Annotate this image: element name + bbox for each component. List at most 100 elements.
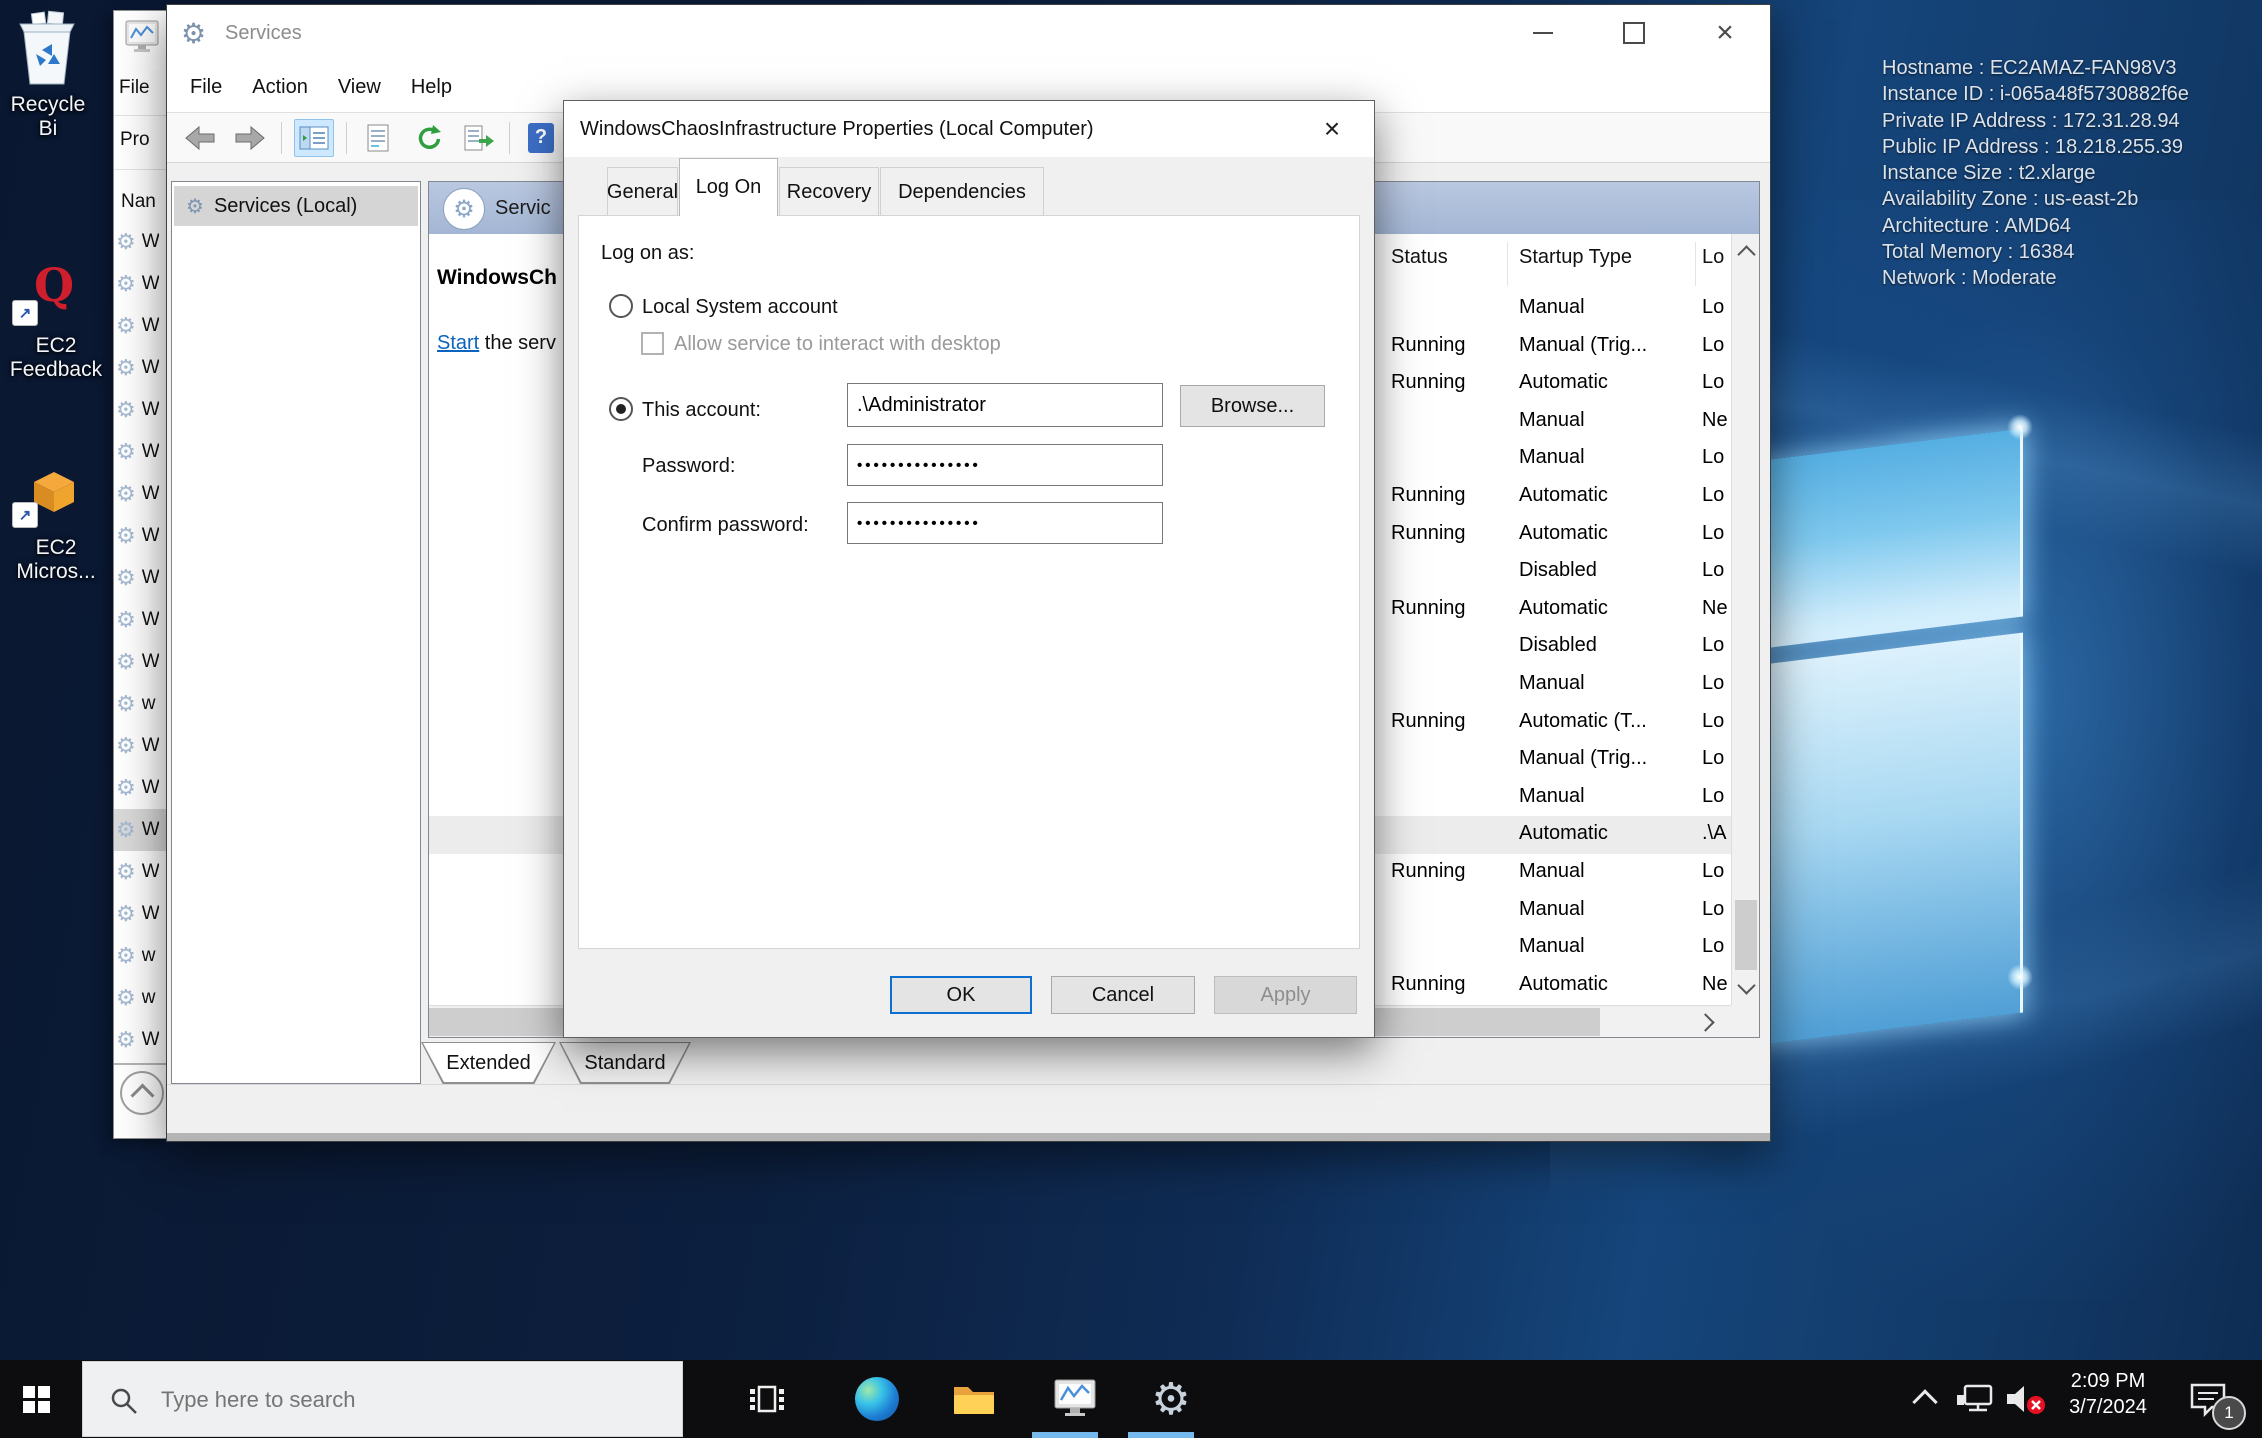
bg-service-row[interactable]: ⚙ W	[114, 515, 168, 557]
bg-service-row[interactable]: ⚙ W	[114, 347, 168, 389]
bg-service-row[interactable]: ⚙ W	[114, 305, 168, 347]
vertical-scrollbar[interactable]	[1731, 234, 1760, 1005]
bg-service-name: W	[142, 483, 159, 505]
desktop-icon-recycle-bin[interactable]: Recycle Bi	[4, 10, 92, 141]
bg-service-row[interactable]: ⚙ W	[114, 599, 168, 641]
tray-expand-button[interactable]	[1900, 1360, 1950, 1438]
password-input[interactable]	[847, 444, 1163, 486]
dialog-title-bar[interactable]: WindowsChaosInfrastructure Properties (L…	[564, 101, 1374, 157]
bg-service-row[interactable]: ⚙ W	[114, 725, 168, 767]
menu-item[interactable]: File	[175, 62, 237, 112]
confirm-password-input[interactable]	[847, 502, 1163, 544]
tab-recovery[interactable]: Recovery	[779, 167, 879, 216]
bg-service-row[interactable]: ⚙ w	[114, 683, 168, 725]
column-header-log-on-as[interactable]: Lo	[1702, 246, 1724, 269]
bg-service-row[interactable]: ⚙ W	[114, 641, 168, 683]
task-view-button[interactable]	[735, 1360, 799, 1438]
service-startup-type: Automatic	[1519, 484, 1694, 507]
service-log-on-as: .\A	[1702, 822, 1729, 845]
scroll-down-button[interactable]	[1732, 969, 1760, 1005]
bg-service-row[interactable]: ⚙ W	[114, 263, 168, 305]
bg-service-row[interactable]: ⚙ w	[114, 935, 168, 977]
volume-tray-button[interactable]	[2000, 1360, 2052, 1438]
bg-service-row[interactable]: ⚙ W	[114, 767, 168, 809]
window-resize-edge[interactable]	[167, 1133, 1770, 1141]
bg-service-row[interactable]: ⚙ W	[114, 431, 168, 473]
services-app-button[interactable]: ⚙	[1139, 1360, 1203, 1438]
tab-dependencies[interactable]: Dependencies	[880, 167, 1044, 216]
tree-item-services-local[interactable]: ⚙ Services (Local)	[174, 186, 418, 226]
tab-extended[interactable]: Extended	[421, 1042, 556, 1084]
bg-window-name-column-header[interactable]: Nan	[121, 191, 156, 213]
pane-header-title: Servic	[495, 182, 551, 234]
collapse-chevron-button[interactable]	[120, 1071, 164, 1115]
cancel-button[interactable]: Cancel	[1051, 976, 1195, 1014]
edge-browser-button[interactable]	[845, 1360, 909, 1438]
performance-monitor-button[interactable]	[1043, 1360, 1107, 1438]
dialog-close-button[interactable]: ×	[1306, 109, 1358, 149]
bg-service-row[interactable]: ⚙ W	[114, 389, 168, 431]
bg-service-row[interactable]: ⚙ W	[114, 473, 168, 515]
service-startup-type: Manual (Trig...	[1519, 747, 1694, 770]
vertical-scroll-thumb[interactable]	[1735, 900, 1757, 970]
desktop-icon-ec2-microsoft[interactable]: ↗ EC2 Micros...	[6, 470, 106, 584]
toolbar-forward-button[interactable]	[231, 120, 269, 156]
scroll-right-button[interactable]	[1683, 1006, 1731, 1038]
taskbar-clock[interactable]: 2:09 PM 3/7/2024	[2055, 1368, 2161, 1420]
bg-service-row[interactable]: ⚙ W	[114, 851, 168, 893]
maximize-button[interactable]	[1603, 5, 1665, 61]
file-explorer-button[interactable]	[942, 1360, 1006, 1438]
bg-service-row[interactable]: ⚙ W	[114, 809, 168, 851]
ok-button[interactable]: OK	[890, 976, 1032, 1014]
ec2-info-line: Network : Moderate	[1882, 265, 2189, 291]
menu-item[interactable]: Help	[396, 62, 467, 112]
apply-button[interactable]: Apply	[1214, 976, 1357, 1014]
tab-standard[interactable]: Standard	[559, 1042, 691, 1084]
tab-log-on[interactable]: Log On	[679, 158, 778, 216]
taskbar-search[interactable]	[82, 1361, 683, 1437]
toolbar-show-console-tree-button[interactable]	[294, 119, 334, 157]
divider	[114, 115, 168, 116]
desktop-icon-ec2-feedback[interactable]: Q ↗ EC2 Feedback	[6, 262, 106, 382]
account-input[interactable]	[847, 383, 1163, 427]
scroll-up-button[interactable]	[1732, 234, 1760, 270]
service-log-on-as: Lo	[1702, 860, 1729, 883]
network-tray-button[interactable]	[1950, 1360, 2000, 1438]
services-app-icon: ⚙	[181, 5, 206, 61]
bg-service-row[interactable]: ⚙ w	[114, 977, 168, 1019]
minimize-button[interactable]	[1512, 5, 1574, 61]
toolbar-separator	[346, 122, 347, 154]
gear-icon: ⚙	[116, 985, 136, 1011]
toolbar-export-list-button[interactable]	[459, 120, 497, 156]
network-icon	[1955, 1383, 1995, 1415]
start-button[interactable]	[0, 1360, 72, 1438]
browse-button[interactable]: Browse...	[1180, 385, 1325, 427]
local-system-radio[interactable]	[609, 294, 633, 318]
gear-icon: ⚙	[116, 565, 136, 591]
bg-service-row[interactable]: ⚙ W	[114, 221, 168, 263]
toolbar-refresh-button[interactable]	[409, 120, 447, 156]
column-header-status[interactable]: Status	[1391, 246, 1448, 269]
service-log-on-as: Lo	[1702, 446, 1729, 469]
title-bar[interactable]: ⚙ Services ×	[167, 5, 1770, 61]
column-divider[interactable]	[1507, 242, 1508, 286]
bg-service-row[interactable]: ⚙ W	[114, 893, 168, 935]
toolbar-properties-button[interactable]	[359, 120, 397, 156]
menu-item[interactable]: Action	[237, 62, 323, 112]
tab-general[interactable]: General	[607, 167, 678, 216]
bg-window-file-menu[interactable]: File	[119, 77, 150, 99]
service-startup-type: Manual	[1519, 898, 1694, 921]
notification-badge[interactable]: 1	[2212, 1396, 2246, 1430]
allow-desktop-checkbox[interactable]	[641, 332, 664, 355]
close-button[interactable]: ×	[1694, 5, 1756, 61]
column-header-startup-type[interactable]: Startup Type	[1519, 246, 1632, 269]
bg-service-row[interactable]: ⚙ W	[114, 557, 168, 599]
toolbar-help-button[interactable]: ?	[522, 120, 560, 156]
this-account-radio[interactable]	[609, 397, 633, 421]
menu-item[interactable]: View	[323, 62, 396, 112]
bg-service-row[interactable]: ⚙ W	[114, 1019, 168, 1061]
search-input[interactable]	[159, 1362, 663, 1438]
toolbar-back-button[interactable]	[181, 120, 219, 156]
background-window[interactable]: File Pro Nan ⚙ W ⚙ W ⚙ W ⚙ W	[113, 10, 169, 1139]
column-divider[interactable]	[1695, 242, 1696, 286]
